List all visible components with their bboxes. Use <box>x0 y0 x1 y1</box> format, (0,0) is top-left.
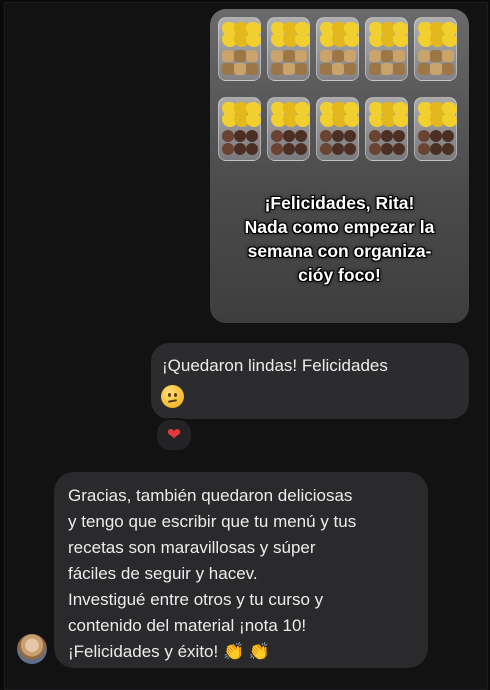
meal-container <box>414 17 457 81</box>
caption-line: Nada como empezar la <box>244 217 435 237</box>
caption-line: cióy foco! <box>298 265 381 285</box>
meal-container <box>414 97 457 161</box>
message-line: contenido del material ¡nota 10! <box>68 616 307 635</box>
message-line: recetas son maravillosas y súper <box>68 538 316 557</box>
meal-container <box>365 17 408 81</box>
meal-container <box>316 17 359 81</box>
caption-line: ¡Felicidades, Rita! <box>264 193 415 213</box>
message-line: fáciles de seguir y hacev. <box>68 564 258 583</box>
meal-container <box>218 17 261 81</box>
meal-container <box>365 97 408 161</box>
heart-icon: ❤ <box>166 425 182 444</box>
caption-line: semana con organiza- <box>247 241 432 261</box>
message-line: Investigué entre otros y tu curso y <box>68 590 324 609</box>
message-line: Gracias, también quedaron deliciosas <box>68 486 353 505</box>
incoming-message-bubble[interactable]: Gracias, también quedaron deliciosas y t… <box>54 472 428 668</box>
meal-container <box>267 97 310 161</box>
message-line: ¡Felicidades y éxito! <box>68 642 219 661</box>
heart-reaction-badge[interactable]: ❤ <box>155 418 193 452</box>
meal-prep-photo <box>218 17 461 167</box>
photo-caption: ¡Felicidades, Rita! Nada como empezar la… <box>210 191 469 287</box>
meal-container <box>267 17 310 81</box>
slight-smile-face-icon <box>161 385 184 408</box>
user-avatar-icon[interactable] <box>17 634 47 664</box>
clapping-hands-icon: 👏 👏 <box>222 642 271 661</box>
shared-photo-message[interactable]: ¡Felicidades, Rita! Nada como empezar la… <box>210 9 469 323</box>
message-line-last: ¡Felicidades y éxito! 👏 👏 <box>68 642 270 662</box>
message-line: y tengo que escribir que tu menú y tus <box>68 512 357 531</box>
outgoing-message-bubble[interactable]: ¡Quedaron lindas! Felicidades <box>151 343 469 419</box>
meal-container <box>218 97 261 161</box>
outgoing-message-text: ¡Quedaron lindas! Felicidades <box>162 356 388 375</box>
meal-container <box>316 97 359 161</box>
